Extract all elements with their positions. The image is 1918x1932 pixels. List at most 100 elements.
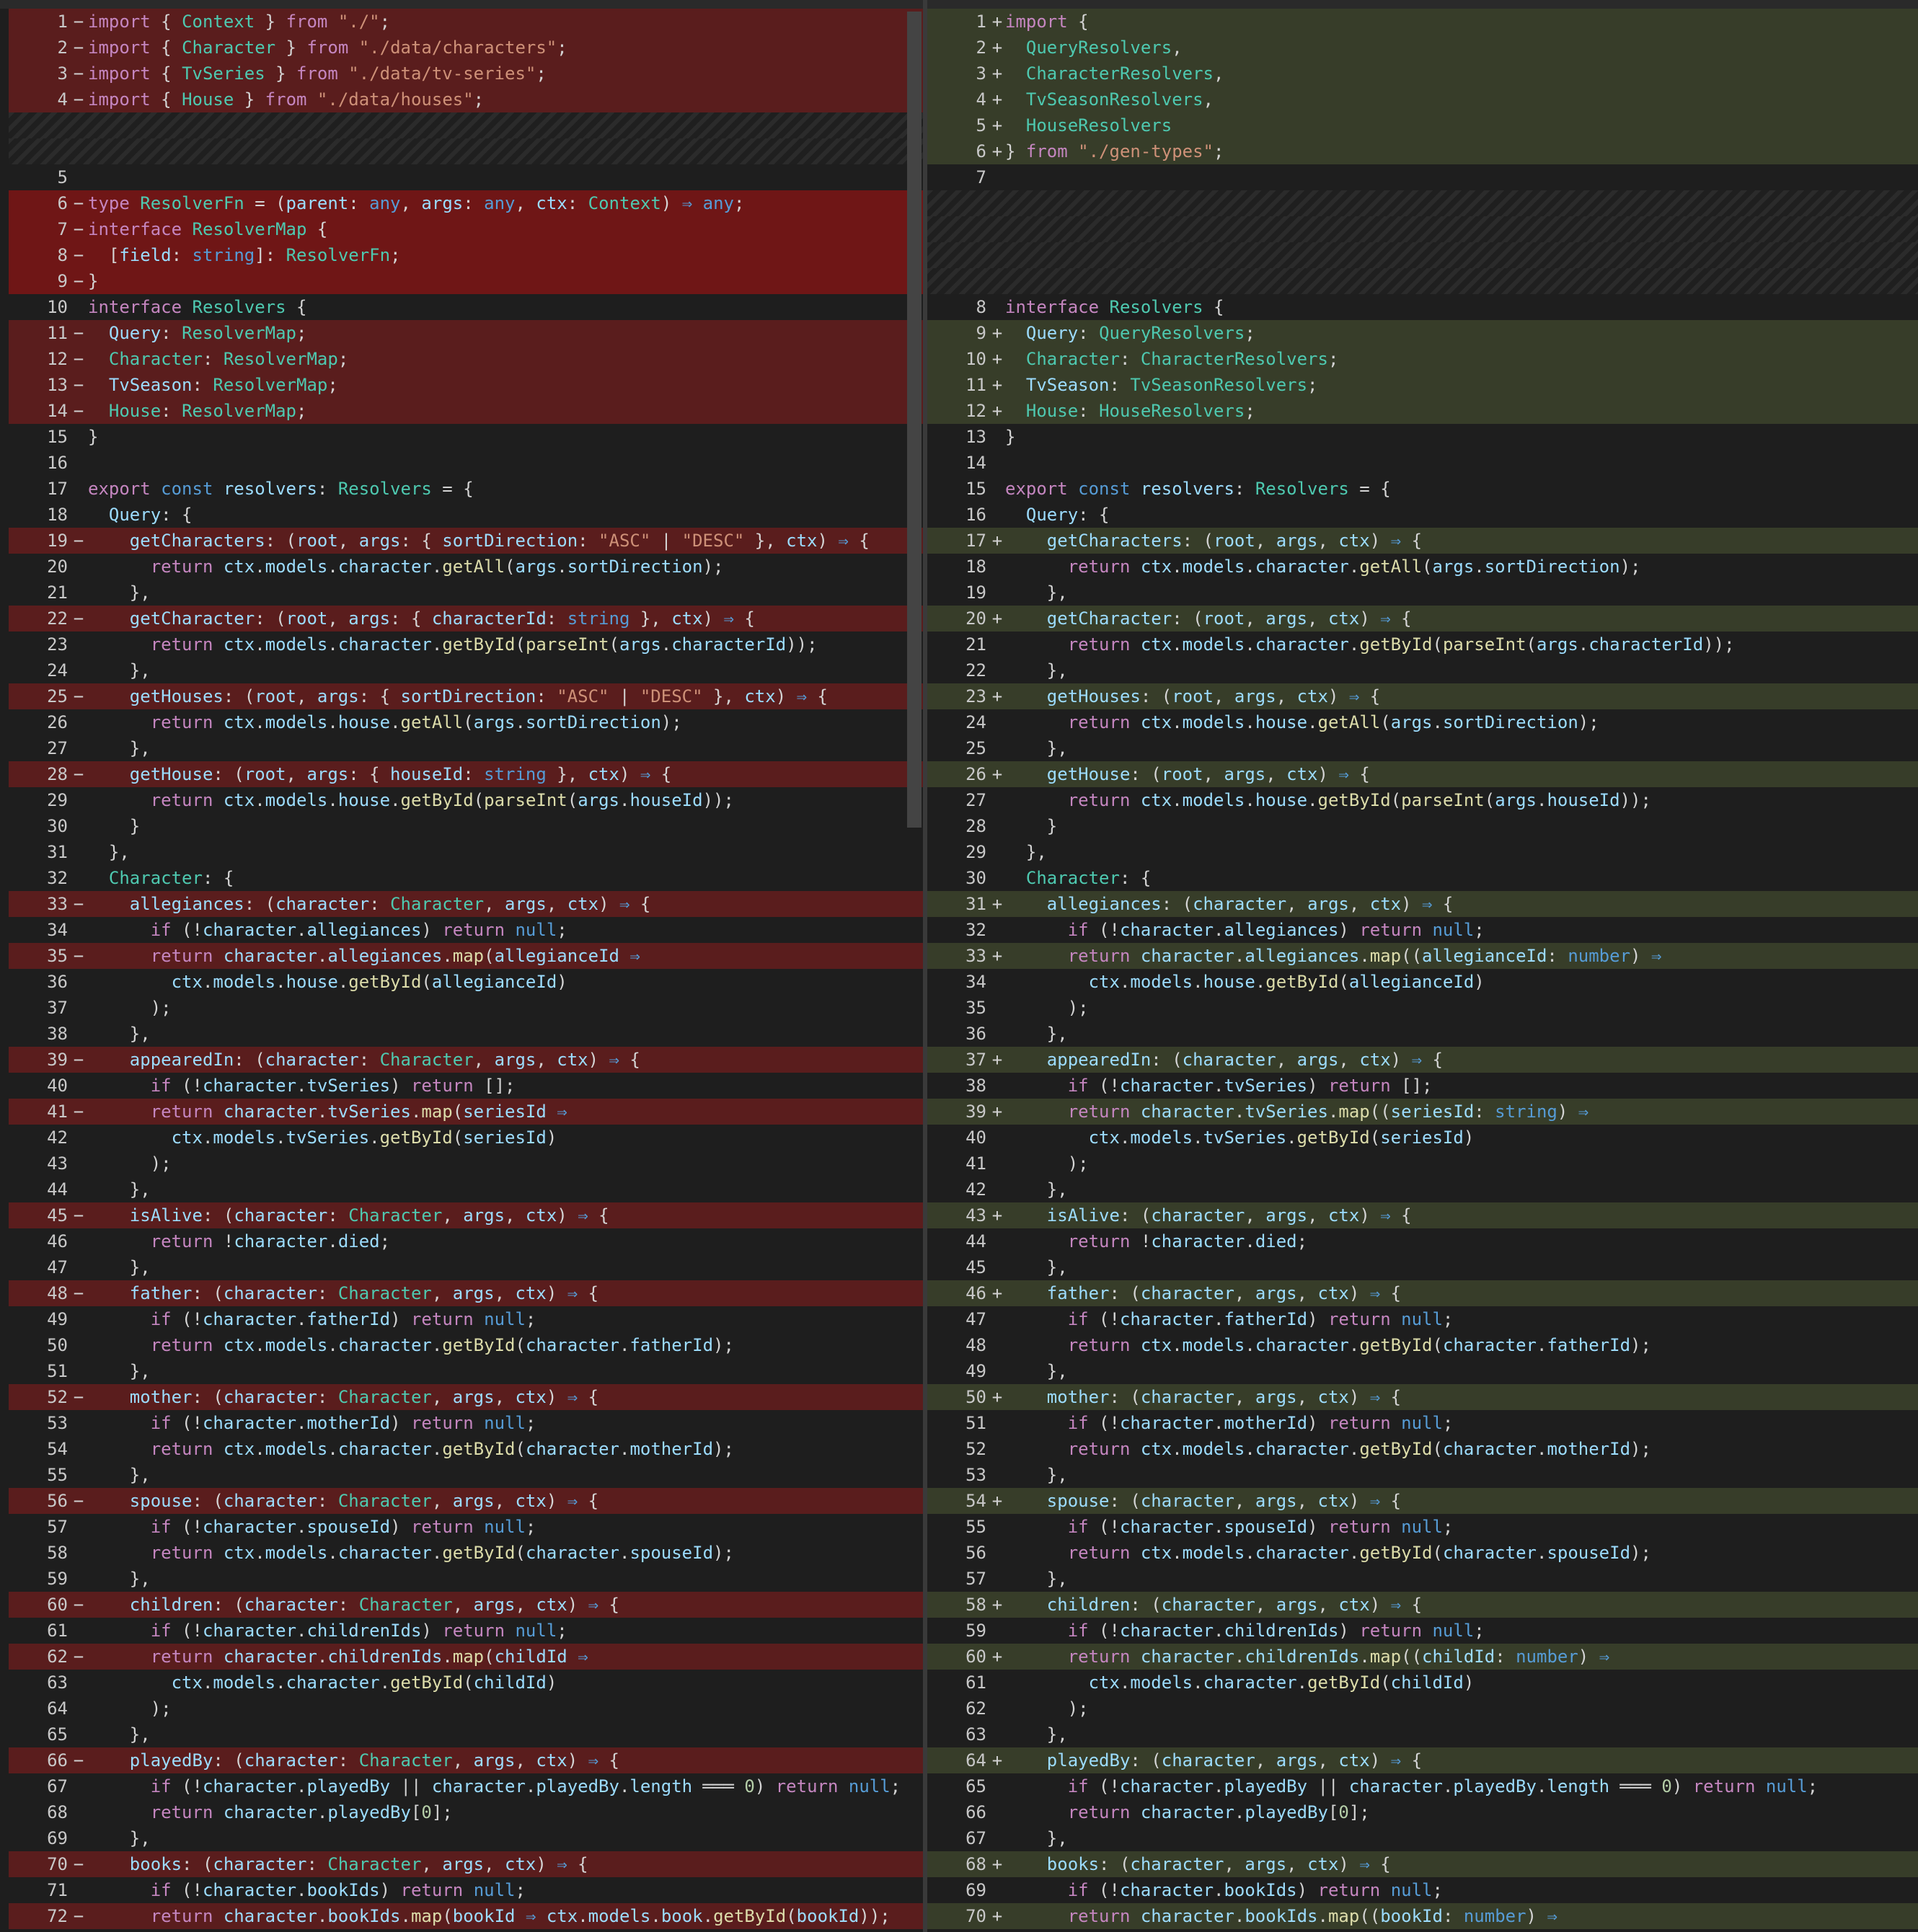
- code-line[interactable]: 3 + CharacterResolvers,: [927, 61, 1918, 87]
- code-line[interactable]: 3− import { TvSeries } from "./data/tv-se…: [9, 61, 923, 87]
- code-line[interactable]: 12− Character: ResolverMap;: [9, 346, 923, 372]
- code-line[interactable]: 60 + return character.childrenIds.map((ch…: [927, 1644, 1918, 1670]
- diff-padding-line[interactable]: [927, 268, 1918, 294]
- code-line[interactable]: 50 + mother: (character, args, ctx) ⇒ {: [927, 1384, 1918, 1410]
- code-line[interactable]: 59 },: [9, 1566, 923, 1592]
- code-line[interactable]: 25 },: [927, 735, 1918, 761]
- code-line[interactable]: 30 }: [9, 813, 923, 839]
- code-line[interactable]: 2 + QueryResolvers,: [927, 35, 1918, 61]
- code-line[interactable]: 27 },: [9, 735, 923, 761]
- code-line[interactable]: 18 Query: {: [9, 502, 923, 528]
- code-line[interactable]: 10 interface Resolvers {: [9, 294, 923, 320]
- code-line[interactable]: 64 );: [9, 1696, 923, 1721]
- code-line[interactable]: 36 },: [927, 1021, 1918, 1047]
- code-line[interactable]: 23 + getHouses: (root, args, ctx) ⇒ {: [927, 683, 1918, 709]
- code-line[interactable]: 28− getHouse: (root, args: { houseId: st…: [9, 761, 923, 787]
- code-line[interactable]: 50 return ctx.models.character.getById(c…: [9, 1332, 923, 1358]
- code-line[interactable]: 62 );: [927, 1696, 1918, 1721]
- code-line[interactable]: 25− getHouses: (root, args: { sortDirect…: [9, 683, 923, 709]
- code-line[interactable]: 41− return character.tvSeries.map(series…: [9, 1099, 923, 1125]
- code-line[interactable]: 68 + books: (character, args, ctx) ⇒ {: [927, 1851, 1918, 1877]
- code-line[interactable]: 6− type ResolverFn = (parent: any, args: …: [9, 190, 923, 216]
- code-line[interactable]: 69 },: [9, 1825, 923, 1851]
- code-line[interactable]: 72− return character.bookIds.map(bookId …: [9, 1903, 923, 1929]
- code-line[interactable]: 21 },: [9, 580, 923, 606]
- code-line[interactable]: 30 Character: {: [927, 865, 1918, 891]
- code-line[interactable]: 53 },: [927, 1462, 1918, 1488]
- code-line[interactable]: 52− mother: (character: Character, args,…: [9, 1384, 923, 1410]
- diff-padding-line[interactable]: [927, 216, 1918, 242]
- code-line[interactable]: 51 },: [9, 1358, 923, 1384]
- code-line[interactable]: 58 return ctx.models.character.getById(c…: [9, 1540, 923, 1566]
- code-line[interactable]: 71 if (!character.bookIds) return null;: [9, 1877, 923, 1903]
- code-line[interactable]: 68 return character.playedBy[0];: [9, 1799, 923, 1825]
- code-line[interactable]: 44 },: [9, 1177, 923, 1202]
- code-line[interactable]: 63 ctx.models.character.getById(childId): [9, 1670, 923, 1696]
- code-line[interactable]: 21 return ctx.models.character.getById(p…: [927, 632, 1918, 657]
- code-line[interactable]: 46 return !character.died;: [9, 1228, 923, 1254]
- code-line[interactable]: 17 export const resolvers: Resolvers = {: [9, 476, 923, 502]
- code-line[interactable]: 29 return ctx.models.house.getById(parse…: [9, 787, 923, 813]
- code-line[interactable]: 31 + allegiances: (character, args, ctx) …: [927, 891, 1918, 917]
- original-scrollbar[interactable]: [907, 12, 922, 828]
- code-line[interactable]: 16: [9, 450, 923, 476]
- code-line[interactable]: 53 if (!character.motherId) return null;: [9, 1410, 923, 1436]
- code-line[interactable]: 36 ctx.models.house.getById(allegianceId…: [9, 969, 923, 995]
- code-line[interactable]: 70 + return character.bookIds.map((bookId…: [927, 1903, 1918, 1929]
- code-line[interactable]: 6 +} from "./gen-types";: [927, 138, 1918, 164]
- code-line[interactable]: 31 },: [9, 839, 923, 865]
- code-line[interactable]: 16 Query: {: [927, 502, 1918, 528]
- code-line[interactable]: 5: [9, 164, 923, 190]
- code-line[interactable]: 49 if (!character.fatherId) return null;: [9, 1306, 923, 1332]
- code-line[interactable]: 12 + House: HouseResolvers;: [927, 398, 1918, 424]
- code-line[interactable]: 56 return ctx.models.character.getById(c…: [927, 1540, 1918, 1566]
- code-line[interactable]: 24 },: [9, 657, 923, 683]
- code-line[interactable]: 69 if (!character.bookIds) return null;: [927, 1877, 1918, 1903]
- code-line[interactable]: 47 },: [9, 1254, 923, 1280]
- code-line[interactable]: 8 interface Resolvers {: [927, 294, 1918, 320]
- code-line[interactable]: 58 + children: (character, args, ctx) ⇒ {: [927, 1592, 1918, 1618]
- code-line[interactable]: 37 + appearedIn: (character, args, ctx) ⇒…: [927, 1047, 1918, 1073]
- code-line[interactable]: 37 );: [9, 995, 923, 1021]
- diff-padding-line[interactable]: [927, 190, 1918, 216]
- code-line[interactable]: 55 },: [9, 1462, 923, 1488]
- code-line[interactable]: 15}: [9, 424, 923, 450]
- code-line[interactable]: 20 + getCharacter: (root, args, ctx) ⇒ {: [927, 606, 1918, 632]
- code-line[interactable]: 9−}: [9, 268, 923, 294]
- code-line[interactable]: 4− import { House } from "./data/houses";: [9, 87, 923, 112]
- diff-padding-line[interactable]: [9, 138, 923, 164]
- diff-padding-line[interactable]: [9, 112, 923, 138]
- code-line[interactable]: 48− father: (character: Character, args,…: [9, 1280, 923, 1306]
- code-line[interactable]: 35− return character.allegiances.map(all…: [9, 943, 923, 969]
- code-line[interactable]: 32 Character: {: [9, 865, 923, 891]
- code-line[interactable]: 54 return ctx.models.character.getById(c…: [9, 1436, 923, 1462]
- code-line[interactable]: 55 if (!character.spouseId) return null;: [927, 1514, 1918, 1540]
- code-line[interactable]: 22 },: [927, 657, 1918, 683]
- code-line[interactable]: 42 ctx.models.tvSeries.getById(seriesId): [9, 1125, 923, 1151]
- code-line[interactable]: 65 if (!character.playedBy || character.…: [927, 1773, 1918, 1799]
- code-line[interactable]: 26 return ctx.models.house.getAll(args.s…: [9, 709, 923, 735]
- code-line[interactable]: 39 + return character.tvSeries.map((serie…: [927, 1099, 1918, 1125]
- code-line[interactable]: 43 + isAlive: (character, args, ctx) ⇒ {: [927, 1202, 1918, 1228]
- code-line[interactable]: 26 + getHouse: (root, args, ctx) ⇒ {: [927, 761, 1918, 787]
- original-pane[interactable]: 1− import { Context } from "./"; 2− import …: [9, 9, 923, 1932]
- code-line[interactable]: 11− Query: ResolverMap;: [9, 320, 923, 346]
- code-line[interactable]: 54 + spouse: (character, args, ctx) ⇒ {: [927, 1488, 1918, 1514]
- code-line[interactable]: 63 },: [927, 1721, 1918, 1747]
- code-line[interactable]: 23 return ctx.models.character.getById(p…: [9, 632, 923, 657]
- code-line[interactable]: 4 + TvSeasonResolvers,: [927, 87, 1918, 112]
- code-line[interactable]: 1− import { Context } from "./";: [9, 9, 923, 35]
- code-line[interactable]: 22− getCharacter: (root, args: { charact…: [9, 606, 923, 632]
- code-line[interactable]: 14− House: ResolverMap;: [9, 398, 923, 424]
- code-line[interactable]: 7: [927, 164, 1918, 190]
- code-line[interactable]: 65 },: [9, 1721, 923, 1747]
- code-line[interactable]: 64 + playedBy: (character, args, ctx) ⇒ {: [927, 1747, 1918, 1773]
- code-line[interactable]: 57 },: [927, 1566, 1918, 1592]
- code-line[interactable]: 49 },: [927, 1358, 1918, 1384]
- code-line[interactable]: 40 if (!character.tvSeries) return [];: [9, 1073, 923, 1099]
- code-line[interactable]: 35 );: [927, 995, 1918, 1021]
- code-line[interactable]: 42 },: [927, 1177, 1918, 1202]
- code-line[interactable]: 67 },: [927, 1825, 1918, 1851]
- code-line[interactable]: 62− return character.childrenIds.map(chi…: [9, 1644, 923, 1670]
- code-line[interactable]: 34 if (!character.allegiances) return nu…: [9, 917, 923, 943]
